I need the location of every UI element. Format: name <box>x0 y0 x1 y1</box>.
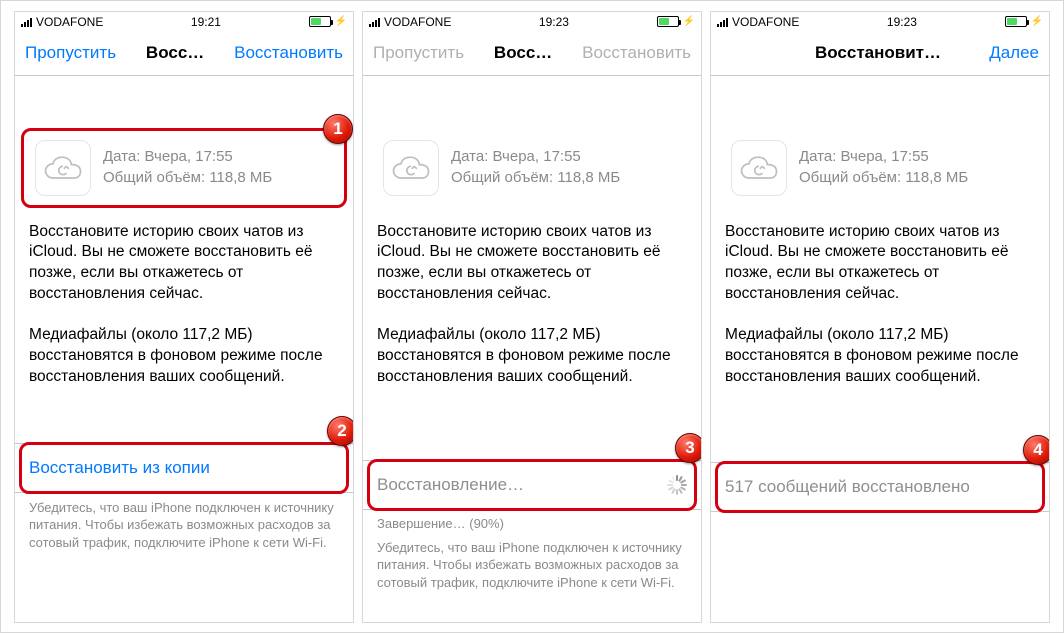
charging-icon: ⚡ <box>335 16 347 27</box>
backup-date: Дата: Вчера, 17:55 <box>451 147 620 167</box>
status-bar: VODAFONE 19:21 ⚡ <box>15 12 353 32</box>
carrier-label: VODAFONE <box>384 15 451 29</box>
restoring-label: Восстановление… <box>377 475 524 495</box>
restore-description: Восстановите историю своих чатов из iClo… <box>29 222 339 306</box>
nav-title: Восс… <box>464 43 582 63</box>
backup-size: Общий объём: 118,8 МБ <box>799 168 968 188</box>
status-bar: VODAFONE 19:23 ⚡ <box>711 12 1049 32</box>
nav-title: Восс… <box>116 43 234 63</box>
cloud-icon <box>731 140 787 196</box>
charging-icon: ⚡ <box>1031 16 1043 27</box>
annotation-badge-2: 2 <box>327 416 354 446</box>
carrier-label: VODAFONE <box>732 15 799 29</box>
annotation-badge-1: 1 <box>323 114 353 144</box>
content-area: Дата: Вчера, 17:55 Общий объём: 118,8 МБ… <box>711 76 1049 622</box>
nav-bar: Пропустить Восс… Восстановить <box>15 32 353 76</box>
restoring-row: Восстановление… 3 <box>363 460 701 510</box>
phone-screen-2: VODAFONE 19:23 ⚡ Пропустить Восс… Восста… <box>362 11 702 623</box>
backup-card: Дата: Вчера, 17:55 Общий объём: 118,8 МБ <box>725 132 1035 204</box>
nav-restore-link: Восстановить <box>582 43 691 62</box>
charging-icon: ⚡ <box>683 16 695 27</box>
nav-skip-link[interactable]: Пропустить <box>25 43 116 62</box>
nav-skip-link: Пропустить <box>373 43 464 62</box>
nav-bar: Пропустить Восс… Восстановить <box>363 32 701 76</box>
restore-from-copy-label: Восстановить из копии <box>29 458 210 478</box>
signal-icon <box>21 17 32 27</box>
battery-icon <box>657 16 679 27</box>
backup-size: Общий объём: 118,8 МБ <box>451 168 620 188</box>
annotation-badge-4: 4 <box>1023 435 1050 465</box>
status-bar: VODAFONE 19:23 ⚡ <box>363 12 701 32</box>
screenshot-stage: VODAFONE 19:21 ⚡ Пропустить Восс… Восста… <box>0 0 1064 633</box>
media-description: Медиафайлы (около 117,2 МБ) восстановятс… <box>29 325 339 388</box>
nav-title: Восстановить из iCloud <box>811 43 949 63</box>
nav-restore-link[interactable]: Восстановить <box>234 43 343 62</box>
restore-description: Восстановите историю своих чатов из iClo… <box>725 222 1035 306</box>
media-description: Медиафайлы (около 117,2 МБ) восстановятс… <box>377 325 687 388</box>
backup-card: Дата: Вчера, 17:55 Общий объём: 118,8 МБ <box>377 132 687 204</box>
signal-icon <box>717 17 728 27</box>
carrier-label: VODAFONE <box>36 15 103 29</box>
restore-from-copy-button[interactable]: Восстановить из копии 2 <box>15 443 353 493</box>
spinner-icon <box>667 475 687 495</box>
backup-date: Дата: Вчера, 17:55 <box>103 147 272 167</box>
phone-screen-3: VODAFONE 19:23 ⚡ Восстановить из iCloud … <box>710 11 1050 623</box>
battery-icon <box>309 16 331 27</box>
cloud-icon <box>35 140 91 196</box>
restored-count-label: 517 сообщений восстановлено <box>725 477 970 497</box>
signal-icon <box>369 17 380 27</box>
cloud-icon <box>383 140 439 196</box>
backup-card: Дата: Вчера, 17:55 Общий объём: 118,8 МБ… <box>29 132 339 204</box>
clock-label: 19:21 <box>191 15 221 29</box>
progress-text: Завершение… (90%) <box>377 510 687 533</box>
content-area: Дата: Вчера, 17:55 Общий объём: 118,8 МБ… <box>15 76 353 622</box>
clock-label: 19:23 <box>539 15 569 29</box>
backup-size: Общий объём: 118,8 МБ <box>103 168 272 188</box>
media-description: Медиафайлы (около 117,2 МБ) восстановятс… <box>725 325 1035 388</box>
restore-description: Восстановите историю своих чатов из iClo… <box>377 222 687 306</box>
wifi-disclaimer: Убедитесь, что ваш iPhone подключен к ис… <box>29 493 339 552</box>
phone-screen-1: VODAFONE 19:21 ⚡ Пропустить Восс… Восста… <box>14 11 354 623</box>
annotation-badge-3: 3 <box>675 433 702 463</box>
battery-icon <box>1005 16 1027 27</box>
content-area: Дата: Вчера, 17:55 Общий объём: 118,8 МБ… <box>363 76 701 622</box>
nav-bar: Восстановить из iCloud Далее <box>711 32 1049 76</box>
wifi-disclaimer: Убедитесь, что ваш iPhone подключен к ис… <box>377 533 687 592</box>
clock-label: 19:23 <box>887 15 917 29</box>
nav-next-link[interactable]: Далее <box>989 43 1039 62</box>
restored-row: 517 сообщений восстановлено 4 <box>711 462 1049 512</box>
backup-date: Дата: Вчера, 17:55 <box>799 147 968 167</box>
